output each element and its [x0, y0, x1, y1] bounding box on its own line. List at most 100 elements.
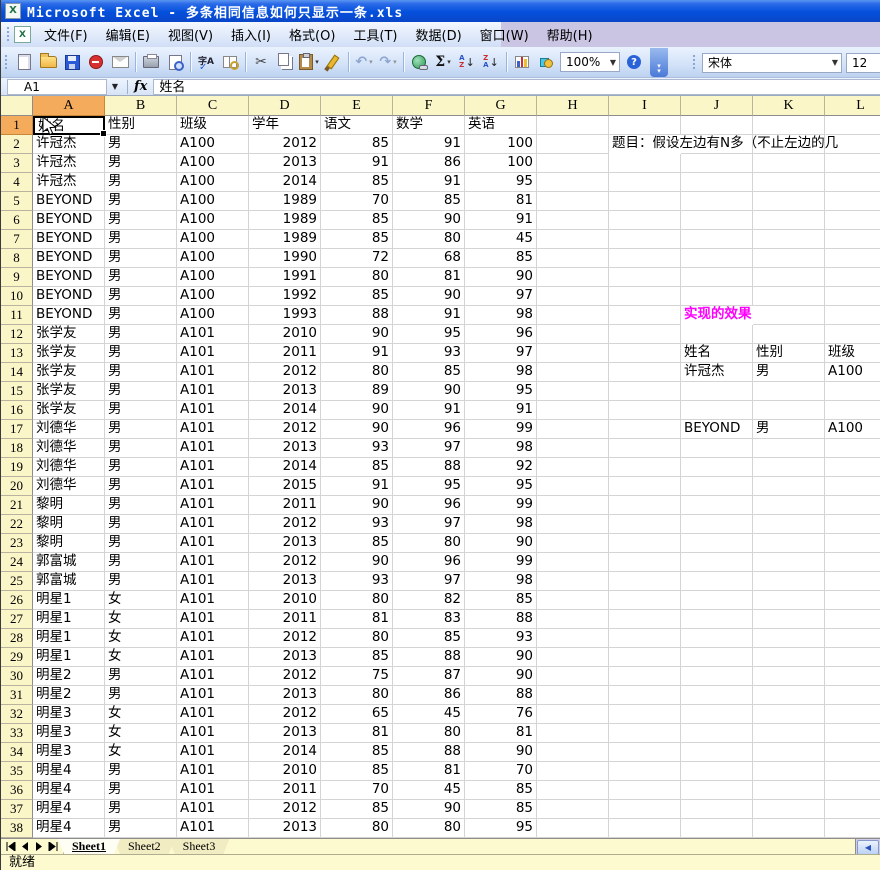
cell-K14[interactable]: 男 [753, 363, 825, 382]
cell-D9[interactable]: 1991 [249, 268, 321, 287]
cell-J27[interactable] [681, 610, 753, 629]
cell-L10[interactable] [825, 287, 880, 306]
cell-L12[interactable] [825, 325, 880, 344]
hscroll-left-arrow-icon[interactable]: ◀ [857, 840, 879, 855]
name-box-dropdown-icon[interactable]: ▼ [107, 79, 123, 95]
cell-E10[interactable]: 85 [321, 287, 393, 306]
cell-L31[interactable] [825, 686, 880, 705]
cell-I10[interactable] [609, 287, 681, 306]
cell-B32[interactable]: 女 [105, 705, 177, 724]
cell-G5[interactable]: 81 [465, 192, 537, 211]
cell-B16[interactable]: 男 [105, 401, 177, 420]
cell-J13[interactable]: 姓名 [681, 344, 753, 363]
row-header-27[interactable]: 27 [1, 610, 33, 629]
cell-H2[interactable] [537, 135, 609, 154]
cell-D29[interactable]: 2013 [249, 648, 321, 667]
row-header-24[interactable]: 24 [1, 553, 33, 572]
cell-A29[interactable]: 明星1 [33, 648, 105, 667]
row-header-8[interactable]: 8 [1, 249, 33, 268]
paste-icon[interactable]: ▾ [297, 50, 321, 74]
sort-ascending-icon[interactable]: A Z ↓ [455, 50, 479, 74]
zoom-combobox[interactable]: 100% ▼ [560, 52, 620, 72]
spelling-icon[interactable]: 字A ✓ [194, 50, 218, 74]
cell-J37[interactable] [681, 800, 753, 819]
cell-A6[interactable]: BEYOND [33, 211, 105, 230]
cell-K32[interactable] [753, 705, 825, 724]
cell-C15[interactable]: A101 [177, 382, 249, 401]
cell-G38[interactable]: 95 [465, 819, 537, 838]
cell-B34[interactable]: 女 [105, 743, 177, 762]
cell-G6[interactable]: 91 [465, 211, 537, 230]
print-preview-icon[interactable] [163, 50, 187, 74]
cell-A34[interactable]: 明星3 [33, 743, 105, 762]
cell-B15[interactable]: 男 [105, 382, 177, 401]
cell-H7[interactable] [537, 230, 609, 249]
save-icon[interactable] [60, 50, 84, 74]
cell-B26[interactable]: 女 [105, 591, 177, 610]
drawing-icon[interactable] [534, 50, 558, 74]
menu-item[interactable]: 文件(F) [35, 22, 97, 47]
cell-D27[interactable]: 2011 [249, 610, 321, 629]
cell-G21[interactable]: 99 [465, 496, 537, 515]
cell-G8[interactable]: 85 [465, 249, 537, 268]
cell-G7[interactable]: 45 [465, 230, 537, 249]
cell-H37[interactable] [537, 800, 609, 819]
cell-K24[interactable] [753, 553, 825, 572]
column-header-A[interactable]: A [33, 96, 105, 116]
cell-C7[interactable]: A100 [177, 230, 249, 249]
row-header-31[interactable]: 31 [1, 686, 33, 705]
cell-J29[interactable] [681, 648, 753, 667]
cell-F3[interactable]: 86 [393, 154, 465, 173]
name-box[interactable]: A1 [7, 78, 107, 95]
cell-A2[interactable]: 许冠杰 [33, 135, 105, 154]
cell-E34[interactable]: 85 [321, 743, 393, 762]
cell-E30[interactable]: 75 [321, 667, 393, 686]
cell-E16[interactable]: 90 [321, 401, 393, 420]
cell-C14[interactable]: A101 [177, 363, 249, 382]
cell-I25[interactable] [609, 572, 681, 591]
cell-H36[interactable] [537, 781, 609, 800]
cell-A38[interactable]: 明星4 [33, 819, 105, 838]
cell-L23[interactable] [825, 534, 880, 553]
cell-L9[interactable] [825, 268, 880, 287]
row-header-16[interactable]: 16 [1, 401, 33, 420]
cell-B8[interactable]: 男 [105, 249, 177, 268]
row-header-37[interactable]: 37 [1, 800, 33, 819]
column-header-J[interactable]: J [681, 96, 753, 116]
cell-A25[interactable]: 郭富城 [33, 572, 105, 591]
formatting-grip-handle[interactable] [692, 54, 697, 71]
cell-F19[interactable]: 88 [393, 458, 465, 477]
cell-D38[interactable]: 2013 [249, 819, 321, 838]
cell-K33[interactable] [753, 724, 825, 743]
cell-C37[interactable]: A101 [177, 800, 249, 819]
cell-I21[interactable] [609, 496, 681, 515]
cell-A23[interactable]: 黎明 [33, 534, 105, 553]
cell-G9[interactable]: 90 [465, 268, 537, 287]
cell-E9[interactable]: 80 [321, 268, 393, 287]
cell-D26[interactable]: 2010 [249, 591, 321, 610]
cell-K13[interactable]: 性别 [753, 344, 825, 363]
cell-L30[interactable] [825, 667, 880, 686]
cell-J10[interactable] [681, 287, 753, 306]
cell-G25[interactable]: 98 [465, 572, 537, 591]
cell-J36[interactable] [681, 781, 753, 800]
column-header-G[interactable]: G [465, 96, 537, 116]
cell-D15[interactable]: 2013 [249, 382, 321, 401]
cell-G27[interactable]: 88 [465, 610, 537, 629]
cell-I16[interactable] [609, 401, 681, 420]
cell-G3[interactable]: 100 [465, 154, 537, 173]
cell-I22[interactable] [609, 515, 681, 534]
cell-C11[interactable]: A100 [177, 306, 249, 325]
cell-I11[interactable] [609, 306, 681, 325]
cell-I23[interactable] [609, 534, 681, 553]
cell-E6[interactable]: 85 [321, 211, 393, 230]
cell-G36[interactable]: 85 [465, 781, 537, 800]
cell-I15[interactable] [609, 382, 681, 401]
cell-C21[interactable]: A101 [177, 496, 249, 515]
cell-H35[interactable] [537, 762, 609, 781]
cell-F25[interactable]: 97 [393, 572, 465, 591]
cell-F30[interactable]: 87 [393, 667, 465, 686]
cell-C28[interactable]: A101 [177, 629, 249, 648]
cell-H34[interactable] [537, 743, 609, 762]
cell-H11[interactable] [537, 306, 609, 325]
